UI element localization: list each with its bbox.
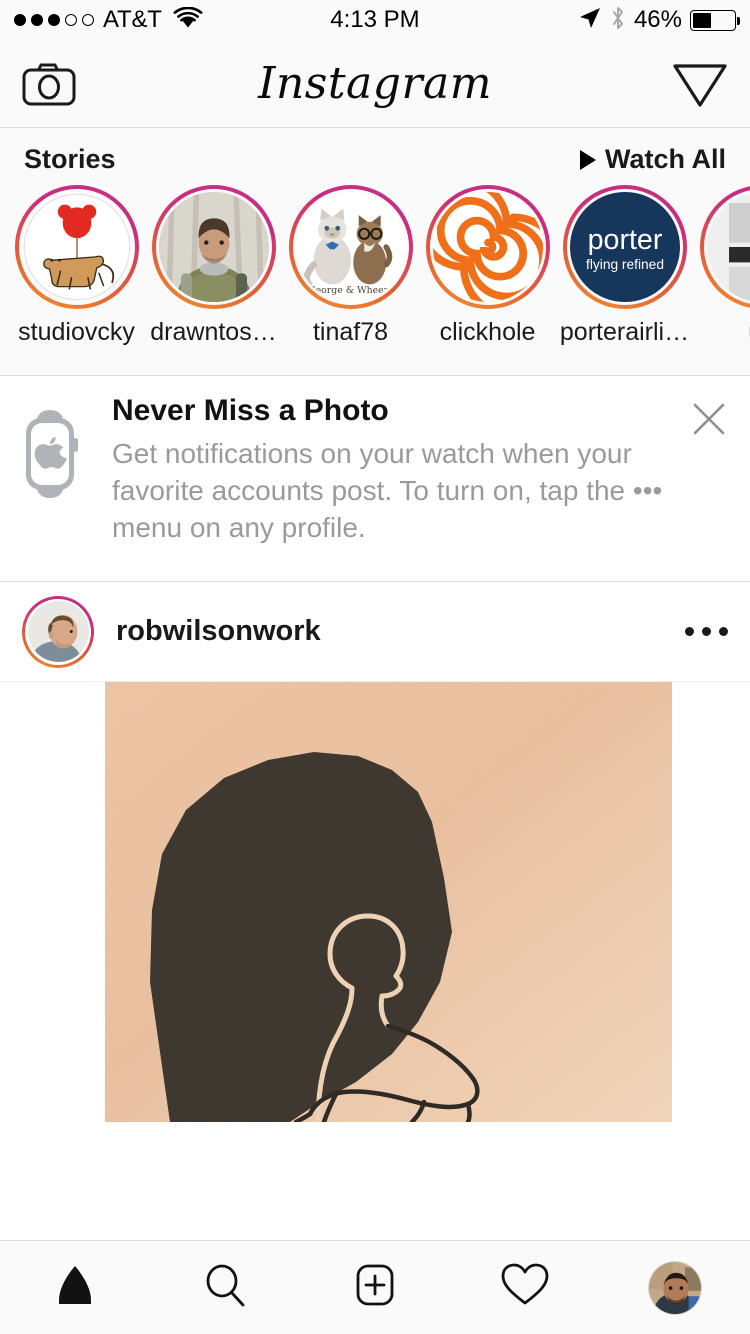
carrier-label: AT&T [103,6,162,33]
stories-header: Stories Watch All [0,128,750,185]
search-magnifier-icon [200,1260,250,1315]
story-username: porterairli… [559,318,690,346]
page-title: Instagram [258,58,492,109]
paper-plane-icon[interactable] [672,60,728,108]
battery-icon [690,9,740,31]
story-ring [699,185,750,309]
never-miss-photo-banner: Never Miss a Photo Get notifications on … [0,376,750,582]
story-ring [14,185,139,309]
apple-watch-icon [18,394,96,559]
tab-search[interactable] [150,1241,300,1334]
porter-tagline: flying refined [586,257,664,272]
battery-percent-label: 46% [633,6,682,33]
story-username: clickhole [439,318,536,346]
banner-body: Never Miss a Photo Get notifications on … [96,394,730,559]
post-author-avatar-ring[interactable] [22,595,94,668]
bottom-tab-bar [0,1240,750,1334]
signal-dot-empty [65,14,77,26]
signal-dot-filled [48,14,60,26]
banner-description: Get notifications on your watch when you… [112,438,663,543]
stories-tray: Stories Watch All studiovcky drawntos… G… [0,128,750,376]
post-header: robwilsonwork [0,582,750,682]
app-nav-bar: Instagram [0,40,750,128]
heart-icon [499,1260,551,1315]
signal-dot-filled [31,14,43,26]
porter-wordmark: porter [587,224,662,256]
tab-add-post[interactable] [300,1241,450,1334]
story-username: studiovcky [18,318,135,346]
signal-strength-dots [14,14,94,26]
signal-dot-empty [82,14,94,26]
partial-cutoff-avatar [706,192,750,302]
story-ring [425,185,550,309]
story-ring [151,185,276,309]
story-username: us [693,318,750,347]
banner-title: Never Miss a Photo [112,394,389,427]
play-triangle-icon [580,149,596,170]
story-username: tinaf78 [312,318,389,346]
story-item-partial[interactable]: us [693,185,750,347]
stories-list[interactable]: studiovcky drawntos… George & Wheezy tin… [0,185,750,347]
story-ring: George & Wheezy [288,185,413,309]
plus-square-icon [350,1260,400,1315]
home-icon [50,1260,100,1315]
signal-dot-filled [14,14,26,26]
status-bar-right: 46% [578,5,740,36]
location-arrow-icon [578,6,602,35]
watch-all-label: Watch All [605,144,726,174]
story-ring: porter flying refined [562,185,687,309]
close-x-icon[interactable] [690,400,728,438]
story-item-drawntos[interactable]: drawntos… [145,185,282,347]
watch-all-button[interactable]: Watch All [580,144,726,175]
stories-title: Stories [24,144,116,174]
story-item-porterairlines[interactable]: porter flying refined porterairli… [556,185,693,347]
story-username: drawntos… [150,318,277,346]
orange-spiral-logo [432,192,543,302]
post-image[interactable] [0,682,750,1122]
man-with-backpack-in-snow-photo [158,192,269,302]
wifi-icon [173,6,203,34]
cat-with-red-balloon-illustration [21,192,132,302]
story-item-clickhole[interactable]: clickhole [419,185,556,347]
mans-profile-portrait-photo [27,601,89,662]
cats-caption: George & Wheezy [308,285,394,296]
tab-home[interactable] [0,1241,150,1334]
porter-flying-refined-logo: porter flying refined [569,192,680,302]
tab-activity[interactable] [450,1241,600,1334]
story-item-tinaf78[interactable]: George & Wheezy tinaf78 [282,185,419,347]
camera-icon[interactable] [22,62,76,106]
status-bar-left: AT&T [14,6,203,34]
two-cats-george-and-wheezy-illustration: George & Wheezy [295,192,406,302]
more-options-dots-icon[interactable] [685,627,728,636]
status-bar: AT&T 4:13 PM 46% [0,0,750,40]
post-username[interactable]: robwilsonwork [116,615,321,648]
tab-profile[interactable] [600,1241,750,1334]
bluetooth-icon [610,5,626,36]
profile-avatar-icon [648,1260,702,1315]
story-item-studiovcky[interactable]: studiovcky [8,185,145,347]
instagram-app-screen: AT&T 4:13 PM 46% Instagram Stories Watch… [0,0,750,1334]
